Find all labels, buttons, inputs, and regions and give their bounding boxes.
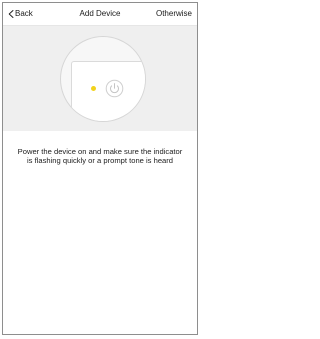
device-illustration-area <box>3 26 197 131</box>
instruction-text: Power the device on and make sure the in… <box>17 147 183 165</box>
otherwise-button[interactable]: Otherwise <box>156 9 192 18</box>
device-body <box>71 61 145 121</box>
back-button[interactable]: Back <box>8 9 33 18</box>
device-illustration <box>60 36 146 122</box>
indicator-light-icon <box>91 86 96 91</box>
nav-header: Back Add Device Otherwise <box>3 3 197 26</box>
back-label: Back <box>15 9 33 18</box>
chevron-left-icon <box>8 9 14 18</box>
power-icon <box>105 79 124 98</box>
add-device-screen: Back Add Device Otherwise Power the devi… <box>2 2 198 335</box>
